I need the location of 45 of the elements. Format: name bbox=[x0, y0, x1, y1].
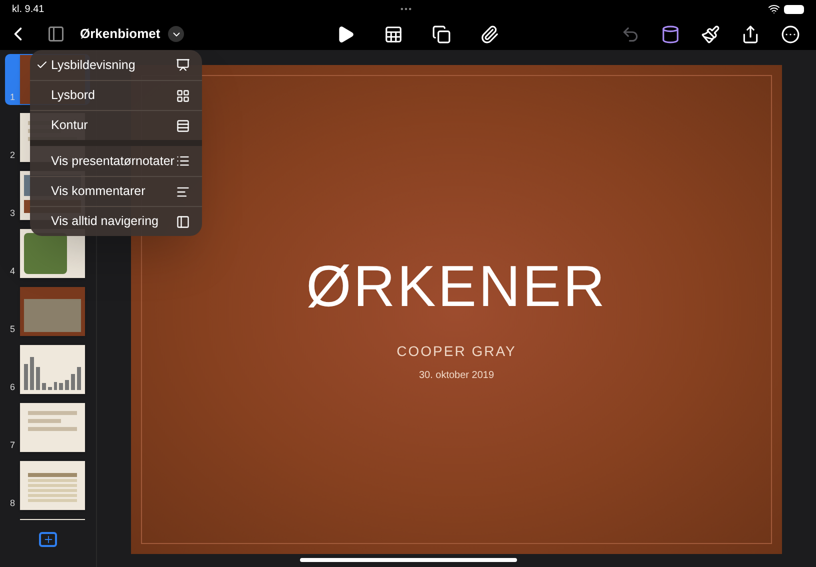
slide-number: 1 bbox=[8, 90, 16, 104]
slide-number: 6 bbox=[8, 380, 16, 394]
outline-icon bbox=[176, 118, 190, 132]
more-icon bbox=[780, 24, 800, 44]
menu-item[interactable]: Kontur bbox=[30, 110, 202, 140]
status-time: kl. 9.41 bbox=[12, 2, 44, 16]
menu-item[interactable]: Lysbord bbox=[30, 80, 202, 110]
plus-icon bbox=[42, 534, 54, 545]
slide-author: COOPER GRAY bbox=[396, 342, 516, 361]
slide-thumbnail[interactable] bbox=[20, 287, 85, 336]
slide-title: ØRKENER bbox=[306, 258, 607, 316]
slide-row[interactable]: 7 bbox=[5, 402, 90, 453]
lines-icon bbox=[176, 184, 190, 198]
grid-icon bbox=[176, 88, 190, 102]
undo-icon bbox=[620, 24, 640, 44]
slide-row[interactable]: 6 bbox=[5, 344, 90, 395]
shapes-icon bbox=[432, 24, 450, 44]
slide-number: 2 bbox=[8, 148, 16, 162]
paperclip-icon bbox=[480, 24, 498, 44]
slide-number: 8 bbox=[8, 496, 16, 510]
paintbrush-icon bbox=[700, 24, 720, 44]
slide-number: 3 bbox=[8, 206, 16, 220]
table-icon bbox=[384, 24, 402, 44]
sidebar-icon bbox=[176, 214, 190, 228]
slide-thumbnail[interactable] bbox=[20, 403, 85, 452]
menu-item[interactable]: Vis kommentarer bbox=[30, 176, 202, 206]
slide-number: 4 bbox=[8, 264, 16, 278]
slide-row[interactable]: 5 bbox=[5, 286, 90, 337]
slide-number: 5 bbox=[8, 322, 16, 336]
slide-row[interactable]: 8 bbox=[5, 460, 90, 511]
slide-date: 30. oktober 2019 bbox=[418, 369, 494, 383]
slide-number: 7 bbox=[8, 438, 16, 452]
chevron-down-icon bbox=[168, 26, 184, 42]
menu-item[interactable]: Vis alltid navigering bbox=[30, 206, 202, 236]
sidebar-icon bbox=[47, 25, 65, 43]
format-icon bbox=[660, 24, 680, 44]
notes-icon bbox=[176, 154, 190, 168]
slide-view-icon bbox=[176, 58, 190, 72]
share-icon bbox=[740, 24, 760, 44]
slide-thumbnail[interactable] bbox=[20, 345, 85, 394]
slide-thumbnail[interactable] bbox=[20, 461, 85, 510]
battery-icon bbox=[784, 4, 804, 14]
add-slide-button[interactable] bbox=[39, 532, 57, 547]
checkmark-icon bbox=[36, 59, 48, 71]
document-title[interactable]: Ørkenbiomet bbox=[80, 24, 184, 44]
